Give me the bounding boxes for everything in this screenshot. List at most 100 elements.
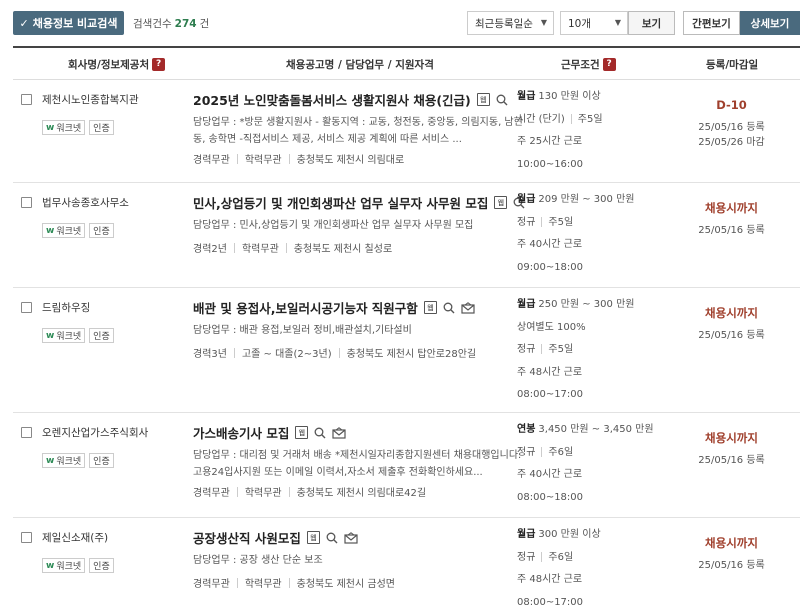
row-checkbox[interactable] — [21, 197, 32, 208]
title-line: 배관 및 용접사,보일러시공기능자 직원구함 웹 — [193, 298, 475, 317]
work-location: 충청북도 제천시 탑안로28안길 — [346, 349, 477, 360]
duty-text: 담당업무 : *방문 생활지원사 - 활동지역 : 교동, 청전동, 중앙동, … — [193, 117, 523, 145]
mail-icon[interactable] — [332, 426, 346, 439]
result-count-label: 검색건수 — [133, 18, 172, 30]
table-row: 오렌지산업가스주식회사 w 워크넷 인증 가스배송기사 모집 웹담당업무 : 대리점 및 … — [13, 413, 800, 518]
result-count-number: 274 — [174, 18, 197, 30]
work-conditions: 월급 250 만원 ~ 300 만원 상여별도 100% 정규 주5일 주 48시간 근로… — [517, 294, 634, 407]
work-hours: 10:00~16:00 — [517, 158, 584, 170]
header-registration: 등록/마감일 — [706, 59, 759, 71]
pay-type: 월급 — [517, 194, 536, 205]
web-doc-icon[interactable]: 웹 — [295, 426, 309, 439]
row-checkbox[interactable] — [21, 532, 32, 543]
registration-info: D-10 25/05/16 등록 25/05/26 마감 — [673, 98, 790, 150]
work-days: 주5일 — [548, 216, 574, 228]
search-icon[interactable] — [443, 302, 455, 314]
worknet-badge: w 워크넷 — [42, 453, 86, 468]
worknet-badge: w 워크넷 — [42, 558, 86, 573]
company-name[interactable]: 제일신소재(주) — [42, 530, 108, 545]
deadline-badge: 채용시까지 — [705, 431, 758, 445]
work-location: 충청북도 제천시 의림대로42길 — [296, 488, 427, 499]
duty-text: 담당업무 : 배관 용접,보일러 정비,배관설치,기타설비 — [193, 325, 412, 336]
mail-icon[interactable] — [461, 301, 475, 314]
chevron-down-icon: ▼ — [540, 18, 547, 27]
job-title-link[interactable]: 민사,상업등기 및 개인회생파산 업무 실무자 사무원 모집 — [193, 193, 488, 212]
web-doc-icon[interactable]: 웹 — [476, 93, 490, 106]
pay-amount: 250 만원 ~ 300 만원 — [538, 299, 635, 310]
mail-icon[interactable] — [344, 531, 358, 544]
simple-view-button[interactable]: 간편보기 — [683, 11, 740, 35]
title-line: 가스배송기사 모집 웹 — [193, 423, 346, 442]
employment-line: 정규 주6일 — [517, 547, 601, 570]
certified-badge: 인증 — [89, 223, 114, 238]
work-conditions: 월급 209 만원 ~ 300 만원정규 주5일주 40시간 근로 09:00~18:… — [517, 189, 634, 279]
badge-group: w 워크넷 인증 — [42, 120, 114, 135]
pay-line: 월급 250 만원 ~ 300 만원 — [517, 294, 634, 317]
registration-info: 채용시까지 25/05/16 등록 — [673, 431, 790, 468]
weekly-hours: 주 48시간 근로 — [517, 366, 583, 378]
header-company: 회사명/정보제공처 ? — [68, 57, 166, 72]
education-requirement: 학력무관 — [244, 488, 282, 499]
row-checkbox[interactable] — [21, 302, 32, 313]
education-requirement: 고졸 ~ 대졸(2~3년) — [241, 349, 332, 360]
sort-select[interactable]: 최근등록일순 ▼ — [467, 11, 554, 35]
help-icon[interactable]: ? — [152, 58, 166, 71]
header-conditions-label: 근무조건 — [561, 59, 600, 71]
job-title-link[interactable]: 공장생산직 사원모집 — [193, 528, 301, 547]
table-row: 제일신소재(주) w 워크넷 인증 공장생산직 사원모집 웹 담당업무 : 공장 생산 단순… — [13, 518, 800, 605]
web-doc-icon[interactable]: 웹 — [494, 196, 508, 209]
job-title-link[interactable]: 배관 및 용접사,보일러시공기능자 직원구함 — [193, 298, 418, 317]
registration-info: 채용시까지 25/05/16 등록 — [673, 536, 790, 573]
worknet-label: 워크넷 — [56, 124, 82, 134]
work-days: 주5일 — [548, 344, 574, 355]
row-checkbox[interactable] — [21, 427, 32, 438]
pay-amount: 209 만원 ~ 300 만원 — [538, 194, 635, 205]
search-icon[interactable] — [496, 94, 508, 106]
sort-select-value: 최근등록일순 — [475, 17, 533, 30]
company-name[interactable]: 오렌지산업가스주식회사 — [42, 425, 148, 440]
compare-search-button[interactable]: ✓ 채용정보 비교검색 — [13, 11, 124, 35]
weekly-hours: 주 48시간 근로 — [517, 574, 583, 585]
pay-type: 월급 — [517, 299, 536, 310]
company-name[interactable]: 제천시노인종합복지관 — [42, 92, 139, 107]
check-icon: ✓ — [19, 16, 29, 30]
certified-badge: 인증 — [89, 328, 114, 343]
qualification-line: 경력무관 학력무관 충청북도 제천시 의림대로42길 — [193, 484, 426, 499]
job-title-link[interactable]: 가스배송기사 모집 — [193, 423, 289, 442]
worknet-badge: w 워크넷 — [42, 328, 86, 343]
web-doc-icon[interactable]: 웹 — [306, 531, 320, 544]
weekly-hours: 주 25시간 근로 — [517, 136, 583, 147]
pay-line: 연봉 3,450 만원 ~ 3,450 만원 — [517, 419, 654, 442]
search-icon[interactable] — [314, 427, 326, 439]
compare-search-label: 채용정보 비교검색 — [32, 17, 118, 30]
worknet-badge: w 워크넷 — [42, 223, 86, 238]
company-name[interactable]: 법무사송종호사무소 — [42, 195, 129, 210]
duty-text: 담당업무 : 공장 생산 단순 보조 — [193, 555, 323, 566]
help-icon[interactable]: ? — [602, 58, 616, 71]
worknet-badge: w 워크넷 — [42, 120, 86, 135]
career-requirement: 경력무관 — [193, 488, 230, 499]
registered-date: 25/05/16 등록 — [698, 560, 765, 571]
view-button[interactable]: 보기 — [628, 11, 675, 35]
weekly-hours: 주 40시간 근로 — [517, 239, 583, 250]
title-line: 공장생산직 사원모집 웹 — [193, 528, 358, 547]
header-company-label: 회사명/정보제공처 — [68, 59, 150, 71]
duty-text: 담당업무 : 대리점 및 거래처 배송 *제천시일자리종합지원센터 채용대행입니… — [193, 450, 522, 478]
work-conditions: 연봉 3,450 만원 ~ 3,450 만원 정규 주6일 주 40시간 근로 08:00… — [517, 419, 654, 509]
employment-line: 정규 주5일 — [517, 212, 634, 235]
per-page-select[interactable]: 10개 ▼ — [560, 11, 628, 35]
worknet-label: 워크넷 — [56, 227, 82, 237]
job-title-link[interactable]: 2025년 노인맞춤돌봄서비스 생활지원사 채용(긴급) — [193, 90, 471, 109]
web-doc-icon[interactable]: 웹 — [423, 301, 437, 314]
table-row: 제천시노인종합복지관 w 워크넷 인증 2025년 노인맞춤돌봄서비스 생활지원사 채용… — [13, 80, 800, 183]
company-name[interactable]: 드림하우징 — [42, 300, 90, 315]
row-checkbox[interactable] — [21, 94, 32, 105]
employment-type: 정규 — [517, 344, 536, 355]
detail-view-button[interactable]: 상세보기 — [740, 11, 800, 35]
career-requirement: 경력무관 — [193, 155, 230, 166]
certified-badge: 인증 — [89, 453, 114, 468]
work-hours: 08:00~17:00 — [517, 389, 584, 400]
search-icon[interactable] — [326, 532, 338, 544]
deadline-badge: 채용시까지 — [705, 201, 758, 215]
work-hours: 09:00~18:00 — [517, 261, 584, 273]
